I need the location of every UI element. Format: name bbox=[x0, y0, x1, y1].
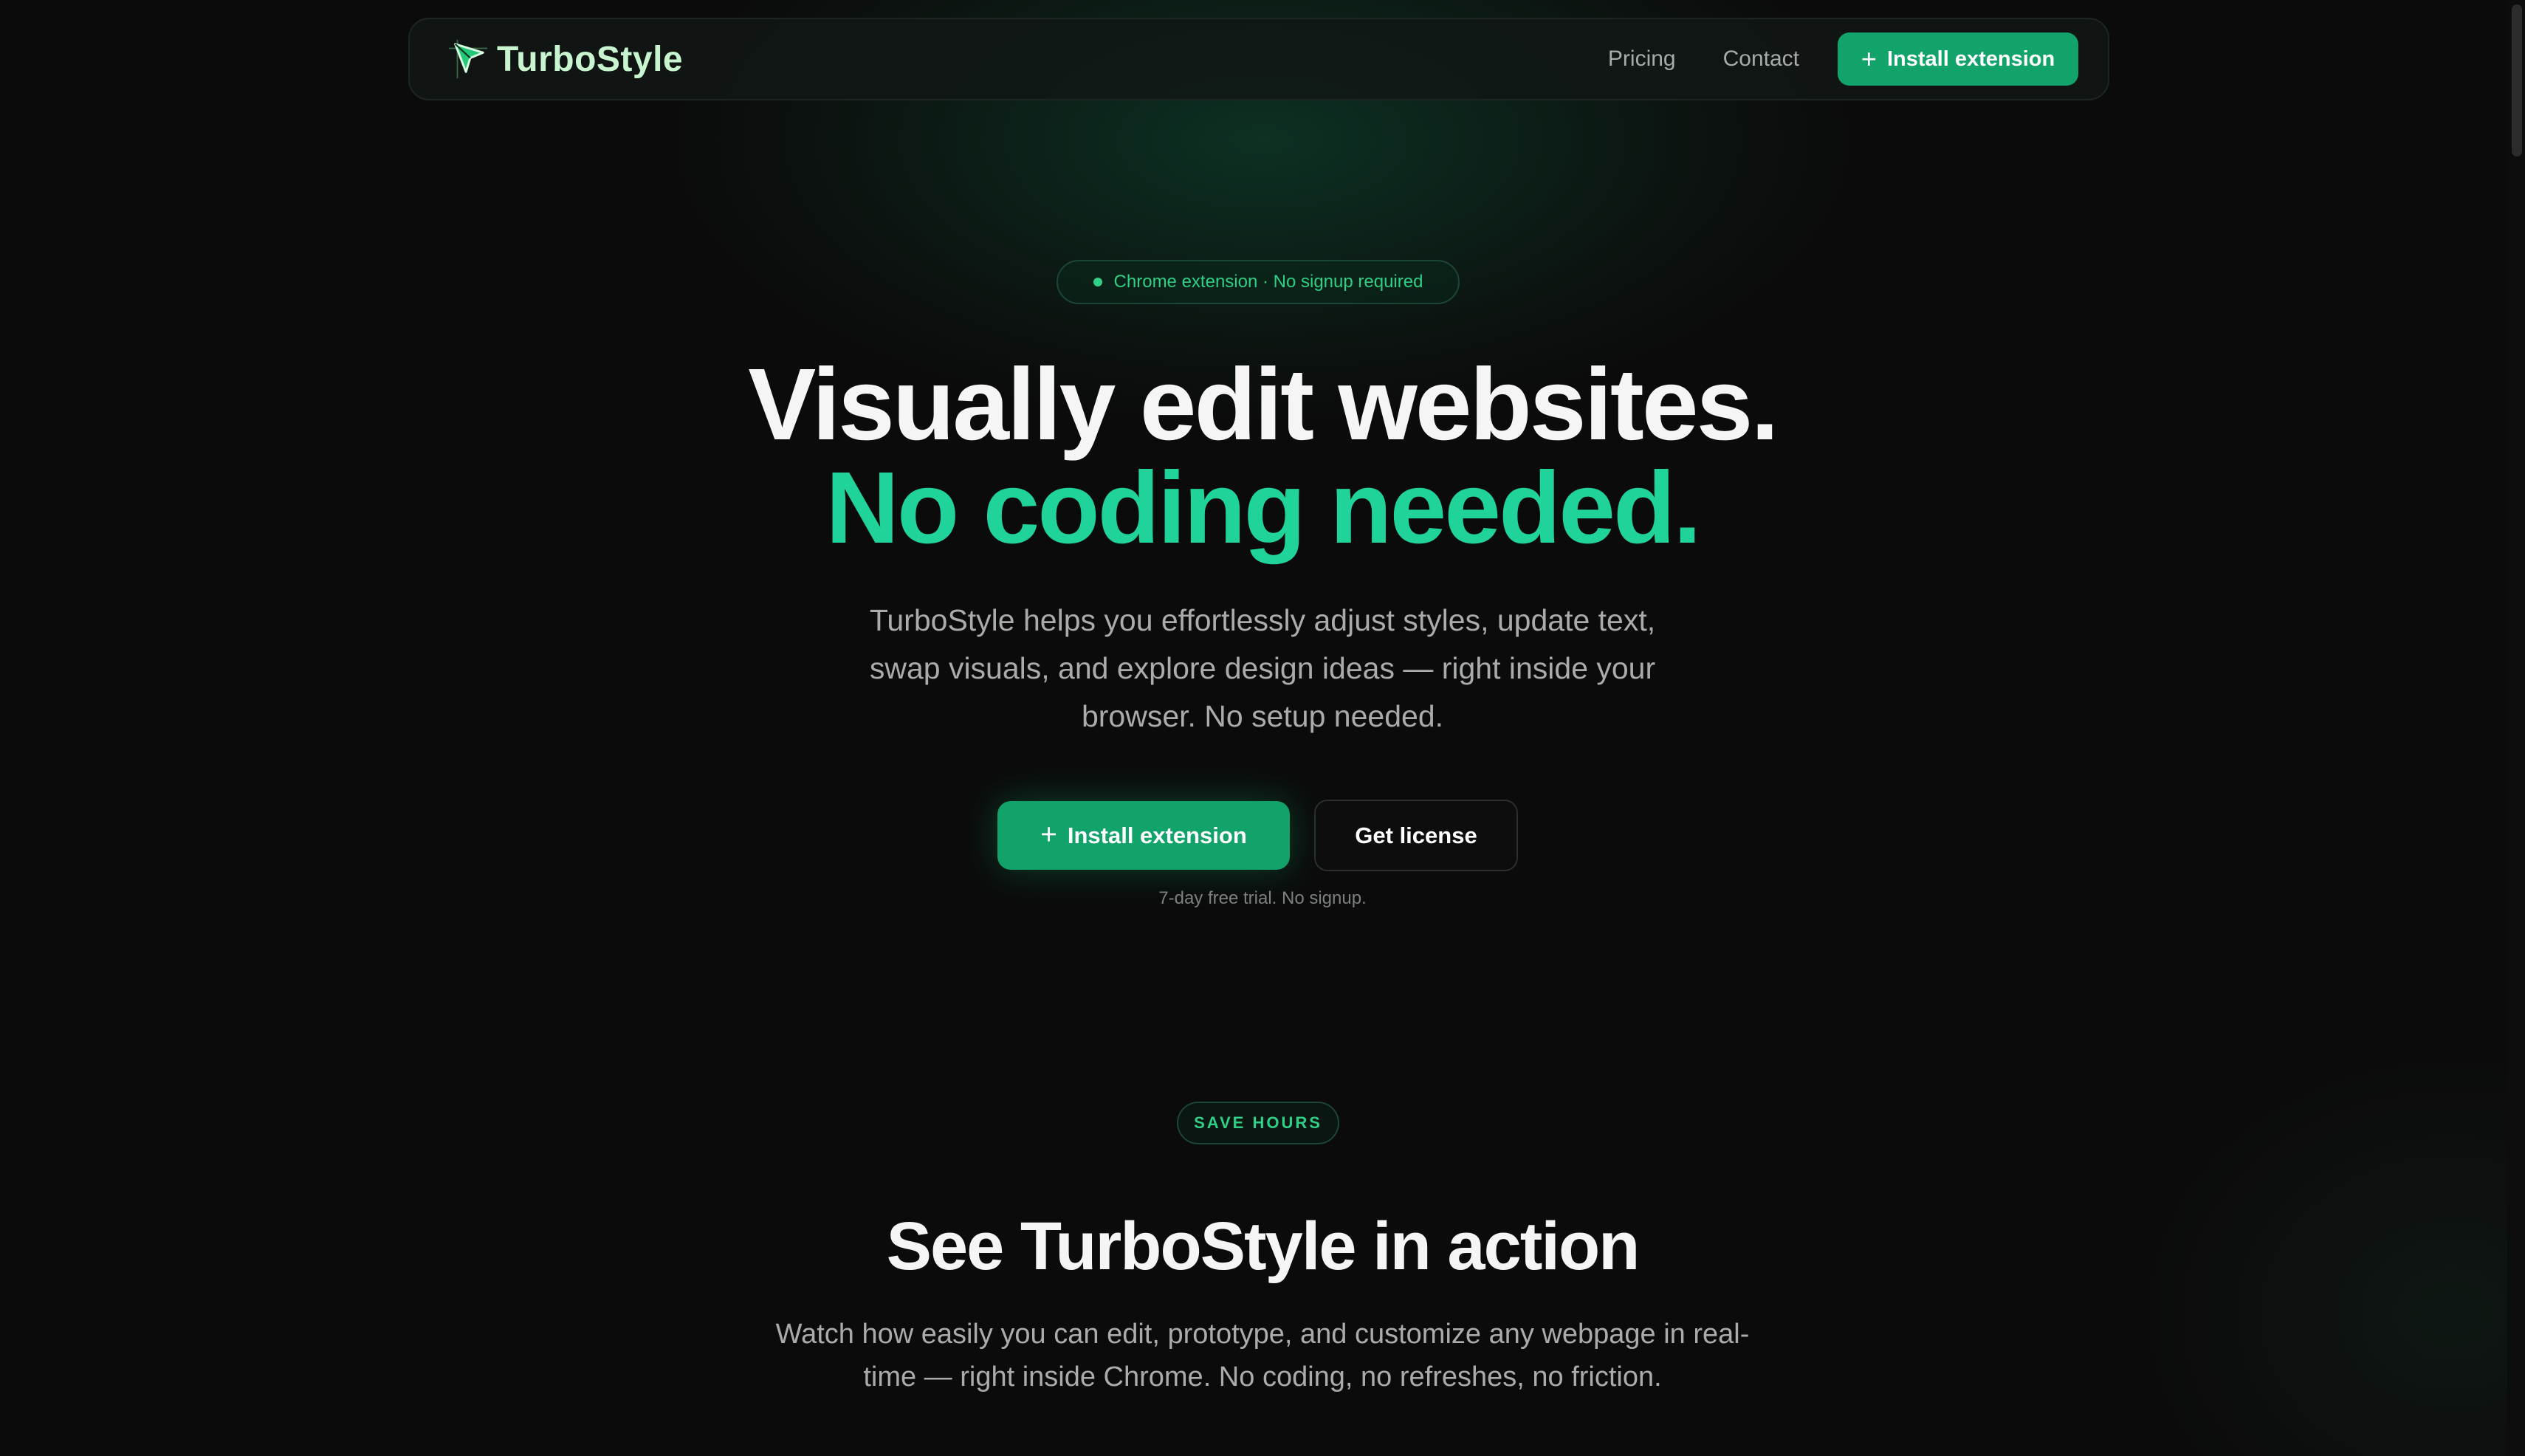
brand-logo[interactable]: TurboStyle bbox=[447, 38, 683, 80]
nav-link-contact[interactable]: Contact bbox=[1723, 47, 1799, 72]
trial-note: 7-day free trial. No signup. bbox=[1158, 888, 1367, 908]
scrollbar-thumb[interactable] bbox=[2512, 4, 2522, 157]
cursor-arrow-logo-icon bbox=[448, 39, 488, 79]
hero-install-label: Install extension bbox=[1067, 822, 1247, 848]
hero-title-line-1: Visually edit websites. bbox=[748, 348, 1779, 461]
nav-link-pricing[interactable]: Pricing bbox=[1608, 47, 1676, 72]
get-license-button[interactable]: Get license bbox=[1314, 800, 1518, 871]
navbar: TurboStyle Pricing Contact + Install ext… bbox=[408, 18, 2109, 100]
section-badge: SAVE HOURS bbox=[1177, 1102, 1339, 1144]
hero-install-extension-button[interactable]: + Install extension bbox=[997, 801, 1290, 870]
status-dot-icon bbox=[1093, 278, 1102, 286]
hero-badge-text: Chrome extension · No signup required bbox=[1113, 272, 1423, 292]
page: TurboStyle Pricing Contact + Install ext… bbox=[0, 0, 2525, 1456]
section-description: Watch how easily you can edit, prototype… bbox=[775, 1319, 1750, 1393]
hero-title-line-2: No coding needed. bbox=[825, 451, 1701, 565]
nav-install-extension-button[interactable]: + Install extension bbox=[1838, 32, 2078, 86]
plus-icon: + bbox=[1861, 43, 1877, 74]
brand-name: TurboStyle bbox=[497, 39, 684, 79]
hero-badge: Chrome extension · No signup required bbox=[1057, 260, 1460, 304]
section-title: See TurboStyle in action bbox=[886, 1209, 1641, 1284]
nav-install-label: Install extension bbox=[1886, 47, 2055, 71]
nav-links: Pricing Contact + Install extension bbox=[1608, 32, 2078, 86]
hero-description: TurboStyle helps you effortlessly adjust… bbox=[869, 603, 1656, 733]
plus-icon: + bbox=[1040, 819, 1057, 851]
scrollbar[interactable] bbox=[2507, 0, 2525, 1456]
